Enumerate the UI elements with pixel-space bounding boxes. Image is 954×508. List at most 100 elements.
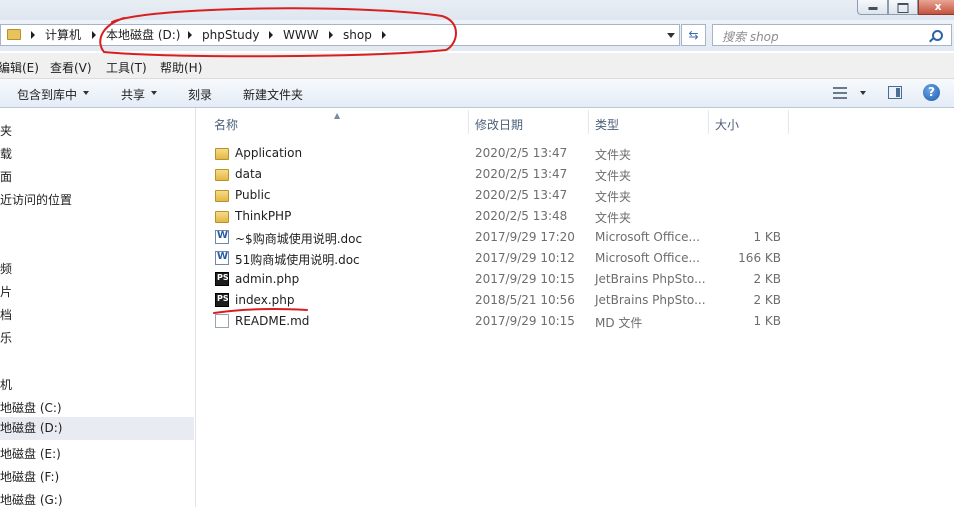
breadcrumb-separator-icon[interactable] xyxy=(31,31,35,39)
new-folder-button[interactable]: 新建文件夹 xyxy=(243,86,303,103)
file-list: ▲ 名称 修改日期 类型 大小 Application 2020/2/5 13:… xyxy=(196,108,954,507)
breadcrumb-separator-icon[interactable] xyxy=(92,31,96,39)
file-type: 文件夹 xyxy=(595,169,632,183)
file-date: 2017/9/29 10:12 xyxy=(475,251,575,265)
file-size: 2 KB xyxy=(753,293,781,307)
file-row[interactable]: admin.php 2017/9/29 10:15 JetBrains PhpS… xyxy=(196,269,954,290)
folder-icon xyxy=(215,169,229,181)
maximize-button[interactable] xyxy=(888,0,918,15)
file-row[interactable]: ~$购商城使用说明.doc 2017/9/29 17:20 Microsoft … xyxy=(196,227,954,248)
nav-item-recent-places[interactable]: 近访问的位置 xyxy=(0,191,72,208)
file-date: 2020/2/5 13:47 xyxy=(475,146,568,160)
file-size: 2 KB xyxy=(753,272,781,286)
phpstorm-file-icon xyxy=(215,272,229,286)
file-type: Microsoft Office... xyxy=(595,251,700,265)
column-header-name[interactable]: 名称 xyxy=(214,116,238,133)
nav-item-drive-e[interactable]: 地磁盘 (E:) xyxy=(0,445,61,462)
nav-item-drive-g[interactable]: 地磁盘 (G:) xyxy=(0,491,63,508)
column-divider[interactable] xyxy=(708,110,709,134)
breadcrumb-separator-icon[interactable] xyxy=(329,31,333,39)
share-button[interactable]: 共享 xyxy=(121,86,145,103)
minimize-icon xyxy=(868,7,877,10)
nav-item-favorites[interactable]: 夹 xyxy=(0,122,12,139)
views-icon[interactable] xyxy=(833,87,847,99)
file-type: JetBrains PhpSto... xyxy=(595,293,706,307)
breadcrumb-computer[interactable]: 计算机 xyxy=(45,28,81,42)
help-icon[interactable]: ? xyxy=(923,84,940,101)
file-type: 文件夹 xyxy=(595,211,632,225)
column-divider[interactable] xyxy=(468,110,469,134)
title-bar: x xyxy=(0,0,954,20)
menu-edit[interactable]: 编辑(E) xyxy=(0,59,39,76)
close-button[interactable]: x xyxy=(918,0,954,15)
breadcrumb-separator-icon[interactable] xyxy=(188,31,192,39)
file-name: ~$购商城使用说明.doc xyxy=(235,232,363,246)
file-name: data xyxy=(235,167,263,181)
nav-item-downloads[interactable]: 载 xyxy=(0,145,12,162)
menu-view[interactable]: 查看(V) xyxy=(50,59,92,76)
chevron-down-icon[interactable] xyxy=(83,91,89,95)
breadcrumb-separator-icon[interactable] xyxy=(382,31,386,39)
chevron-down-icon[interactable] xyxy=(151,91,157,95)
minimize-button[interactable] xyxy=(857,0,888,15)
nav-item-drive-c[interactable]: 地磁盘 (C:) xyxy=(0,399,62,416)
menu-tools[interactable]: 工具(T) xyxy=(106,59,147,76)
breadcrumb-phpstudy[interactable]: phpStudy xyxy=(202,28,260,42)
menu-help[interactable]: 帮助(H) xyxy=(160,59,202,76)
file-name: Public xyxy=(235,188,271,202)
folder-icon xyxy=(7,29,21,40)
nav-item-computer[interactable]: 机 xyxy=(0,376,12,393)
nav-item-videos[interactable]: 频 xyxy=(0,260,12,277)
file-date: 2018/5/21 10:56 xyxy=(475,293,575,307)
column-header-date-modified[interactable]: 修改日期 xyxy=(475,116,523,133)
column-divider[interactable] xyxy=(588,110,589,134)
file-row[interactable]: README.md 2017/9/29 10:15 MD 文件 1 KB xyxy=(196,311,954,332)
nav-item-drive-f[interactable]: 地磁盘 (F:) xyxy=(0,468,59,485)
column-header-type[interactable]: 类型 xyxy=(595,116,619,133)
search-placeholder: 搜索 shop xyxy=(722,30,779,44)
nav-item-music[interactable]: 乐 xyxy=(0,329,12,346)
file-date: 2020/2/5 13:47 xyxy=(475,188,568,202)
preview-pane-icon[interactable] xyxy=(888,86,902,99)
include-in-library-button[interactable]: 包含到库中 xyxy=(17,86,77,103)
file-type: Microsoft Office... xyxy=(595,230,700,244)
file-type: JetBrains PhpSto... xyxy=(595,272,706,286)
toolbar: 包含到库中 共享 刻录 新建文件夹 ? xyxy=(0,79,954,108)
file-date: 2017/9/29 10:15 xyxy=(475,272,575,286)
refresh-button[interactable]: ⇆ xyxy=(681,24,706,46)
breadcrumb-separator-icon[interactable] xyxy=(269,31,273,39)
nav-item-drive-d[interactable]: 地磁盘 (D:) xyxy=(0,417,194,440)
burn-button[interactable]: 刻录 xyxy=(188,86,212,103)
file-name: README.md xyxy=(235,314,310,328)
file-row[interactable]: index.php 2018/5/21 10:56 JetBrains PhpS… xyxy=(196,290,954,311)
nav-item-pictures[interactable]: 片 xyxy=(0,283,12,300)
file-row[interactable]: Public 2020/2/5 13:47 文件夹 xyxy=(196,185,954,206)
phpstorm-file-icon xyxy=(215,293,229,307)
address-row: 计算机 本地磁盘 (D:) phpStudy WWW shop ⇆ 搜索 sho… xyxy=(0,20,954,51)
column-divider[interactable] xyxy=(788,110,789,134)
views-dropdown-icon[interactable] xyxy=(860,91,866,95)
nav-item-desktop[interactable]: 面 xyxy=(0,168,12,185)
close-icon: x xyxy=(934,0,942,13)
menu-bar: 编辑(E) 查看(V) 工具(T) 帮助(H) xyxy=(0,53,954,79)
search-icon[interactable] xyxy=(932,30,943,41)
search-input[interactable]: 搜索 shop xyxy=(712,24,952,46)
breadcrumb-www[interactable]: WWW xyxy=(283,28,319,42)
file-row[interactable]: ThinkPHP 2020/2/5 13:48 文件夹 xyxy=(196,206,954,227)
refresh-icon: ⇆ xyxy=(688,28,699,42)
file-row[interactable]: data 2020/2/5 13:47 文件夹 xyxy=(196,164,954,185)
file-row[interactable]: Application 2020/2/5 13:47 文件夹 xyxy=(196,143,954,164)
breadcrumb-drive-d[interactable]: 本地磁盘 (D:) xyxy=(106,28,180,42)
file-name: ThinkPHP xyxy=(235,209,292,223)
address-bar[interactable]: 计算机 本地磁盘 (D:) phpStudy WWW shop xyxy=(0,24,680,46)
file-row[interactable]: 51购商城使用说明.doc 2017/9/29 10:12 Microsoft … xyxy=(196,248,954,269)
address-history-dropdown-icon[interactable] xyxy=(667,33,675,38)
sort-ascending-icon: ▲ xyxy=(334,111,341,120)
nav-item-documents[interactable]: 档 xyxy=(0,306,12,323)
folder-icon xyxy=(215,148,229,160)
file-name: Application xyxy=(235,146,303,160)
column-header-size[interactable]: 大小 xyxy=(715,116,739,133)
breadcrumb-shop[interactable]: shop xyxy=(343,28,372,42)
navigation-pane: 夹 载 面 近访问的位置 频 片 档 乐 机 地磁盘 (C:) 地磁盘 (D:)… xyxy=(0,108,196,507)
folder-icon xyxy=(215,211,229,223)
